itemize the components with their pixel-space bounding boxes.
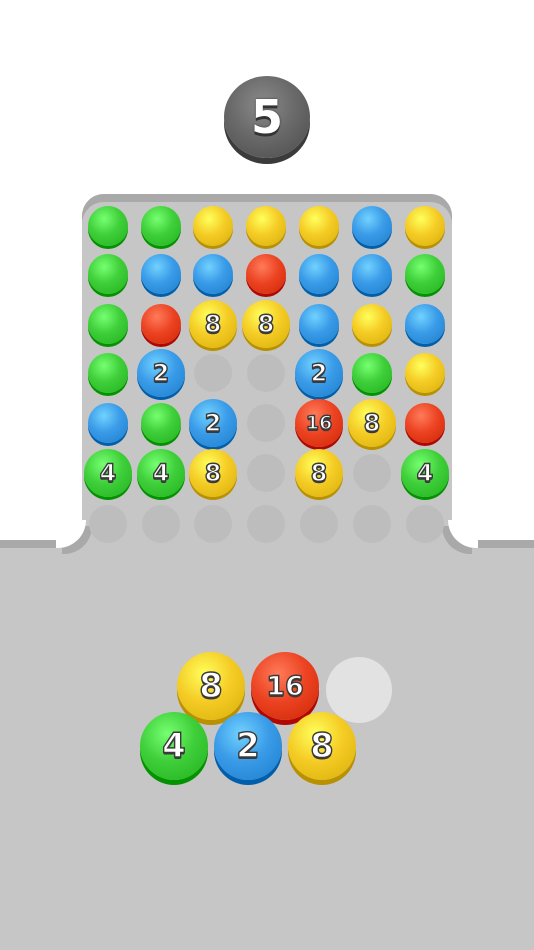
board-ball-r4-c3[interactable] (194, 354, 232, 392)
tray-ball-6[interactable]: 8 (288, 712, 356, 780)
board-ball-r5-c1[interactable] (88, 403, 128, 443)
board-ball-r2-c2[interactable] (141, 254, 181, 294)
board-ball-r4-c7[interactable] (405, 353, 445, 393)
board-ball-r7-c2[interactable] (142, 505, 180, 543)
board-ball-r2-c6[interactable] (352, 254, 392, 294)
board-ball-r1-c1[interactable] (88, 206, 128, 246)
ball-number: 8 (204, 458, 222, 487)
board-ball-r5-c2[interactable] (141, 403, 181, 443)
board-ball-r4-c2[interactable]: 2 (137, 349, 185, 397)
ball-number: 2 (204, 408, 222, 437)
board-ball-r1-c4[interactable] (246, 206, 286, 246)
level-badge: 5 (224, 76, 310, 158)
ball-number: 8 (204, 309, 222, 338)
board-ball-r7-c4[interactable] (247, 505, 285, 543)
board-ball-r3-c1[interactable] (88, 304, 128, 344)
ball-number: 4 (161, 725, 186, 766)
board-ball-r3-c2[interactable] (141, 304, 181, 344)
ball-number: 4 (416, 458, 434, 487)
ball-number: 8 (363, 408, 381, 437)
board-ball-r5-c3[interactable]: 2 (189, 399, 237, 447)
board-ball-r1-c5[interactable] (299, 206, 339, 246)
ball-number: 4 (99, 458, 117, 487)
board-ball-r2-c7[interactable] (405, 254, 445, 294)
board-ball-r4-c4[interactable] (247, 354, 285, 392)
board-ball-r6-c4[interactable] (247, 454, 285, 492)
board-ball-r1-c7[interactable] (405, 206, 445, 246)
board-ball-r5-c4[interactable] (247, 404, 285, 442)
board-ball-r2-c4[interactable] (246, 254, 286, 294)
board-ball-r7-c7[interactable] (406, 505, 444, 543)
ball-number: 2 (235, 725, 260, 766)
board-ball-r4-c1[interactable] (88, 353, 128, 393)
board-ball-r5-c6[interactable]: 8 (348, 399, 396, 447)
ball-number: 8 (257, 309, 275, 338)
board-ball-r6-c5[interactable]: 8 (295, 449, 343, 497)
board-ball-r3-c4[interactable]: 8 (242, 300, 290, 348)
board-ball-r6-c1[interactable]: 4 (84, 449, 132, 497)
board-ball-r4-c6[interactable] (352, 353, 392, 393)
board-ball-r6-c3[interactable]: 8 (189, 449, 237, 497)
ball-number: 8 (198, 665, 223, 706)
board-ball-r4-c5[interactable]: 2 (295, 349, 343, 397)
board-ball-r1-c3[interactable] (193, 206, 233, 246)
board-ball-r6-c7[interactable]: 4 (401, 449, 449, 497)
board-ball-r5-c7[interactable] (405, 403, 445, 443)
ball-number: 16 (266, 670, 305, 702)
ball-number: 2 (152, 358, 170, 387)
board-ball-r2-c1[interactable] (88, 254, 128, 294)
tray-ball-1[interactable]: 8 (177, 652, 245, 720)
board-ball-r6-c2[interactable]: 4 (137, 449, 185, 497)
board-ball-r1-c2[interactable] (141, 206, 181, 246)
ball-number: 16 (305, 411, 333, 434)
board-ball-r7-c6[interactable] (353, 505, 391, 543)
board-ball-r6-c6[interactable] (353, 454, 391, 492)
tray-empty-slot (326, 657, 392, 723)
board-ball-r7-c1[interactable] (89, 505, 127, 543)
board-ball-r3-c6[interactable] (352, 304, 392, 344)
board-ball-r3-c3[interactable]: 8 (189, 300, 237, 348)
ball-number: 4 (152, 458, 170, 487)
board-ball-r3-c5[interactable] (299, 304, 339, 344)
board-ball-r3-c7[interactable] (405, 304, 445, 344)
board-ball-r7-c5[interactable] (300, 505, 338, 543)
board-ball-r7-c3[interactable] (194, 505, 232, 543)
tray-ball-4[interactable]: 4 (140, 712, 208, 780)
ball-number: 8 (309, 725, 334, 766)
board-ball-r2-c3[interactable] (193, 254, 233, 294)
ball-number: 8 (310, 458, 328, 487)
level-number: 5 (250, 90, 283, 144)
board-ball-r2-c5[interactable] (299, 254, 339, 294)
tray-ball-5[interactable]: 2 (214, 712, 282, 780)
tray-ball-2[interactable]: 16 (251, 652, 319, 720)
board-ball-r5-c5[interactable]: 16 (295, 399, 343, 447)
board-ball-r1-c6[interactable] (352, 206, 392, 246)
ball-number: 2 (310, 358, 328, 387)
